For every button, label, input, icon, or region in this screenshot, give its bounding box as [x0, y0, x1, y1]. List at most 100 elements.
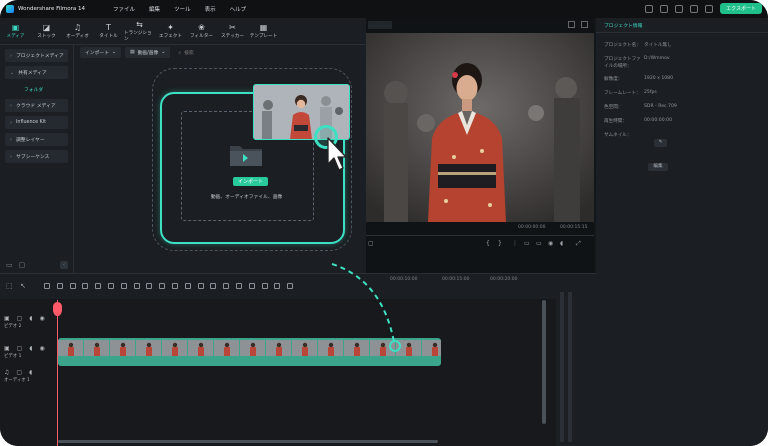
cloud-icon[interactable] — [660, 4, 669, 13]
tab-effects[interactable]: ✦ エフェクト — [155, 18, 186, 44]
import-dropdown-label: インポート — [85, 51, 109, 56]
sidebar-item-project-media[interactable]: › プロジェクトメディア — [5, 49, 68, 62]
sidebar-item-folder[interactable]: フォルダ — [24, 83, 68, 95]
media-icon: ▣ — [11, 23, 20, 32]
sidebar-item-label: 共有メディア — [18, 71, 47, 76]
lock-icon[interactable]: ▢ — [17, 315, 23, 322]
sidebar-item-subsequence[interactable]: › サブシーケンス — [5, 150, 68, 163]
mute-icon[interactable]: ◖ — [29, 315, 32, 322]
tab-media[interactable]: ▣ メディア — [0, 18, 31, 44]
clip-frame — [422, 340, 441, 356]
tab-audio[interactable]: ♫ オーディオ — [62, 18, 93, 44]
menu-edit[interactable]: 編集 — [149, 5, 160, 13]
settings-icon[interactable] — [705, 4, 714, 13]
playhead-handle[interactable] — [53, 302, 62, 316]
fullscreen-icon[interactable] — [581, 21, 588, 28]
lock-icon[interactable]: ▢ — [16, 369, 22, 376]
edit-thumbnail-icon[interactable]: ✎ — [654, 139, 667, 147]
video-track-icon: ▣ — [4, 315, 10, 322]
snapshot-icon[interactable]: ▭ — [524, 240, 530, 247]
sidebar-item-influence-kit[interactable]: › Influence Kit — [5, 116, 68, 129]
menu-bar: ファイル 編集 ツール 表示 ヘルプ — [113, 5, 246, 13]
menu-view[interactable]: 表示 — [205, 5, 216, 13]
mute-icon[interactable]: ◖ — [29, 345, 32, 352]
project-location-value: D:/Wmmov — [644, 56, 670, 61]
player-scrubber[interactable] — [366, 235, 594, 236]
duration-label: 再生時間： — [604, 119, 627, 124]
notification-icon[interactable] — [690, 4, 699, 13]
library-toolbar: インポート ⌄ ▤ 動画/画像 ⌄ ⌕ 検索 — [80, 47, 194, 58]
lock-icon[interactable]: ▢ — [17, 345, 23, 352]
filter-icon: ❀ — [198, 23, 205, 32]
split-icon[interactable]: ⋮ — [512, 240, 518, 247]
mark-in-icon[interactable]: { — [486, 240, 490, 247]
layout-icon[interactable] — [645, 4, 654, 13]
duration-value: 00:00:00:00 — [644, 118, 673, 123]
account-icon[interactable] — [675, 4, 684, 13]
music-note-icon: ♫ — [4, 369, 10, 376]
clip-frame — [318, 340, 343, 356]
tab-titles[interactable]: T タイトル — [93, 18, 124, 44]
properties-tab[interactable]: プロジェクト情報 — [596, 18, 768, 33]
undo-icon[interactable] — [44, 283, 50, 289]
camera-icon[interactable]: ◉ — [548, 240, 553, 247]
player-panel: 00:00:00:00 00:00:15:15 ▢ { } ⋮ ▭ ▭ ◉ ◖ … — [366, 18, 594, 273]
clip-frame — [370, 340, 395, 356]
stop-icon[interactable]: ▢ — [368, 240, 374, 247]
eye-icon[interactable]: ◉ — [40, 315, 45, 322]
tab-templates[interactable]: ▦ テンプレート — [248, 18, 279, 44]
sidebar-item-adjustment-layer[interactable]: › 調整レイヤー — [5, 133, 68, 146]
playhead[interactable] — [57, 300, 58, 446]
tab-filters[interactable]: ❀ フィルター — [186, 18, 217, 44]
ruler-label: 00:00:10:00 — [390, 277, 418, 282]
folder-icon[interactable]: ▢ — [19, 261, 26, 269]
tab-label: オーディオ — [66, 34, 89, 39]
meter-bar-right — [568, 292, 572, 442]
clip-frame — [266, 340, 291, 356]
timeline-vertical-scrollbar[interactable] — [542, 300, 546, 424]
frame-rate-label: フレームレート： — [604, 91, 641, 96]
import-dropdown[interactable]: インポート ⌄ — [80, 47, 122, 58]
title-bar: Wondershare Filmora 14 ファイル 編集 ツール 表示 ヘル… — [0, 0, 768, 18]
tab-label: メディア — [6, 34, 25, 39]
track-header-audio-1: ♫ ▢ ◖ オーディオ 1 — [0, 369, 56, 383]
tab-label: テンプレート — [249, 34, 278, 39]
timeline-horizontal-scrollbar[interactable] — [58, 440, 438, 443]
chevron-right-icon: › — [10, 119, 12, 126]
sidebar-item-cloud-media[interactable]: › クラウド メディア — [5, 99, 68, 112]
volume-icon[interactable]: ◖ — [560, 240, 563, 247]
timeline-ruler[interactable]: 00:00:10:00 00:00:15:00 00:00:20:00 — [56, 277, 548, 287]
screenshot-icon[interactable] — [568, 21, 575, 28]
menu-tools[interactable]: ツール — [174, 5, 191, 13]
new-folder-icon[interactable]: ▭ — [6, 261, 13, 269]
eye-icon[interactable]: ◉ — [40, 345, 45, 352]
tab-stickers[interactable]: ✂ ステッカー — [217, 18, 248, 44]
video-track-icon: ▣ — [4, 345, 10, 352]
timeline-tracks: ▣ ▢ ◖ ◉ ビデオ 2 ▣ ▢ ◖ ◉ ビデオ 1 ♫ ▢ ◖ オーディオ 1 — [0, 299, 596, 446]
clip-frame — [214, 340, 239, 356]
arrow-tool-icon[interactable]: ↖ — [20, 282, 26, 290]
tab-stock[interactable]: ◪ ストック — [31, 18, 62, 44]
export-button[interactable]: エクスポート — [720, 3, 762, 14]
import-button[interactable]: インポート — [233, 177, 269, 186]
search-input[interactable]: ⌕ 検索 — [178, 49, 193, 57]
clip-frame — [162, 340, 187, 356]
select-tool-icon[interactable]: ⬚ — [6, 282, 13, 290]
video-clip[interactable] — [58, 338, 441, 366]
edit-button[interactable]: 編集 — [648, 163, 668, 171]
total-timecode: 00:00:15:15 — [560, 225, 588, 230]
tab-transitions[interactable]: ⇆ トランジション — [124, 18, 155, 44]
display-icon[interactable]: ▭ — [536, 240, 542, 247]
chevron-right-icon: › — [10, 153, 12, 160]
sidebar-footer: ▭ ▢ ‹ — [6, 261, 68, 269]
media-filter-dropdown[interactable]: ▤ 動画/画像 ⌄ — [125, 47, 171, 58]
menu-help[interactable]: ヘルプ — [230, 5, 247, 13]
player-tab[interactable] — [368, 21, 392, 29]
track-header-video-2: ▣ ▢ ◖ ◉ ビデオ 2 — [0, 315, 56, 329]
menu-file[interactable]: ファイル — [113, 5, 135, 13]
collapse-sidebar-icon[interactable]: ‹ — [60, 261, 68, 269]
sidebar-item-shared-media[interactable]: ⌄ 共有メディア — [5, 66, 68, 79]
mark-out-icon[interactable]: } — [498, 240, 502, 247]
mute-icon[interactable]: ◖ — [29, 369, 32, 376]
expand-icon[interactable]: ⤢ — [576, 240, 581, 248]
